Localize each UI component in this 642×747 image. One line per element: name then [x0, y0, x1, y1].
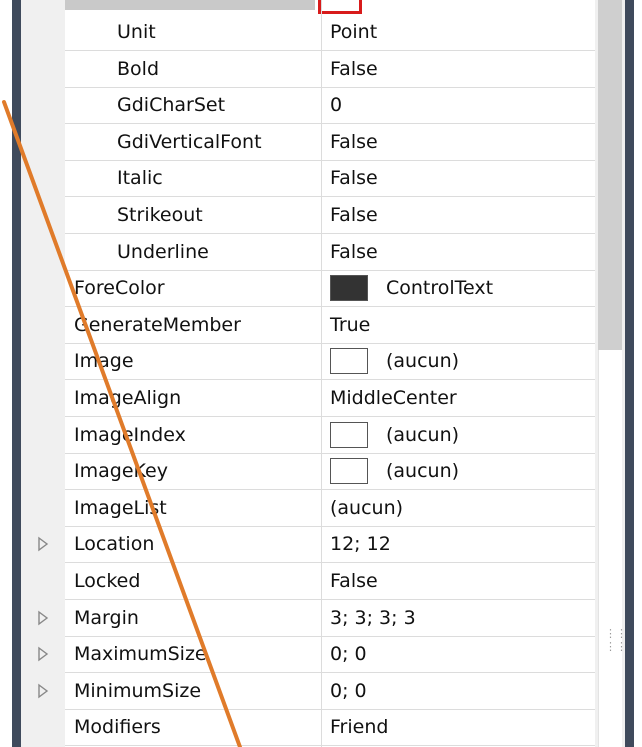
property-value-text: False [330, 240, 378, 263]
property-value[interactable]: (aucun) [330, 453, 459, 489]
window-frame-left [12, 0, 21, 747]
property-value-text: (aucun) [330, 496, 404, 519]
property-name: Italic [117, 167, 163, 190]
property-name: Unit [117, 21, 156, 43]
expand-triangle-icon[interactable] [37, 536, 49, 552]
property-name: Image [74, 350, 134, 373]
property-row[interactable]: Modifiers Friend [65, 709, 595, 747]
property-value-text: 0 [330, 94, 343, 117]
property-value-text: (aucun) [386, 350, 460, 373]
property-value[interactable]: ControlText [330, 270, 493, 306]
property-name: GdiVerticalFont [117, 130, 262, 153]
property-value-text: 3; 3; 3; 3 [330, 606, 416, 629]
property-row[interactable]: Location 12; 12 [65, 526, 595, 564]
property-name: Bold [117, 57, 159, 80]
property-value-text: Point [330, 21, 378, 43]
property-row[interactable]: Italic False [65, 160, 595, 198]
expand-triangle-icon[interactable] [37, 610, 49, 626]
property-name: Locked [74, 570, 141, 592]
property-value[interactable]: 0; 0 [330, 673, 367, 709]
property-name: GenerateMember [74, 313, 241, 336]
scrollbar-lower-area[interactable] [598, 350, 622, 747]
property-name: Location [74, 533, 155, 556]
property-value-text: False [330, 570, 378, 592]
property-value[interactable]: False [330, 124, 378, 160]
property-name: Strikeout [117, 204, 203, 226]
property-row[interactable]: Image (aucun) [65, 343, 595, 381]
property-value-text: 0; 0 [330, 679, 367, 702]
property-value-text: False [330, 57, 378, 80]
property-value-text: 0; 0 [330, 643, 367, 666]
color-swatch[interactable] [330, 458, 368, 485]
property-row[interactable]: ImageAlign MiddleCenter [65, 380, 595, 417]
property-value-text: False [330, 167, 378, 190]
property-value[interactable]: 0 [330, 87, 342, 123]
property-name: Underline [117, 240, 209, 263]
property-name: Modifiers [74, 716, 161, 739]
property-row[interactable]: Margin 3; 3; 3; 3 [65, 600, 595, 637]
property-grid: Unit Point Bold False GdiCharSet 0 GdiVertical… [65, 0, 595, 747]
property-row[interactable]: Strikeout False [65, 197, 595, 234]
property-value[interactable]: False [330, 234, 378, 270]
property-value-text: MiddleCenter [330, 387, 457, 409]
property-name: ForeColor [74, 277, 165, 300]
property-value[interactable]: 0; 0 [330, 636, 367, 672]
property-value-text: (aucun) [386, 423, 460, 446]
property-value[interactable]: True [330, 307, 370, 343]
property-value[interactable]: 12; 12 [330, 526, 391, 562]
property-value-text: False [330, 130, 378, 153]
left-margin [0, 0, 12, 747]
color-swatch[interactable] [330, 275, 368, 302]
property-row[interactable]: MaximumSize 0; 0 [65, 636, 595, 674]
property-value-text: 12; 12 [330, 533, 391, 556]
property-value[interactable]: (aucun) [330, 343, 459, 379]
property-grid-gutter [21, 0, 65, 747]
property-name: GdiCharSet [117, 94, 226, 117]
expand-triangle-icon[interactable] [37, 683, 49, 699]
property-name: ImageList [74, 496, 167, 519]
property-row[interactable]: Unit Point [65, 14, 595, 51]
right-margin [634, 0, 642, 747]
expand-triangle-icon[interactable] [37, 646, 49, 662]
property-row[interactable]: GenerateMember True [65, 307, 595, 344]
property-value-text: False [330, 204, 378, 226]
property-value-text: Friend [330, 716, 389, 739]
property-row[interactable]: MinimumSize 0; 0 [65, 673, 595, 710]
property-name: MinimumSize [74, 679, 202, 702]
property-row[interactable]: ForeColor ControlText [65, 270, 595, 308]
property-name: ImageAlign [74, 387, 182, 409]
scrollbar-thumb[interactable] [598, 0, 622, 350]
property-value[interactable]: Point [330, 14, 377, 50]
property-row[interactable]: ImageList (aucun) [65, 490, 595, 527]
property-value[interactable]: False [330, 51, 378, 87]
property-value[interactable]: (aucun) [330, 417, 459, 453]
color-swatch[interactable] [330, 348, 368, 375]
property-row[interactable]: GdiCharSet 0 [65, 87, 595, 125]
property-value[interactable]: MiddleCenter [330, 380, 457, 416]
property-value-text: ControlText [386, 277, 494, 300]
property-value-text: True [330, 313, 371, 336]
property-name: ImageKey [74, 460, 168, 483]
property-value[interactable]: (aucun) [330, 490, 403, 526]
property-row[interactable]: Bold False [65, 51, 595, 88]
grip-dots-icon[interactable]: ⋮⋮ ⋮⋮ [605, 627, 627, 653]
property-name: Margin [74, 606, 139, 629]
property-row[interactable]: ImageKey (aucun) [65, 453, 595, 491]
property-value[interactable]: False [330, 563, 378, 599]
property-row[interactable]: Underline False [65, 234, 595, 271]
color-swatch[interactable] [330, 421, 368, 448]
property-name: ImageIndex [74, 423, 186, 446]
property-value[interactable]: False [330, 160, 378, 196]
property-value[interactable]: False [330, 197, 378, 233]
property-row[interactable]: GdiVerticalFont False [65, 124, 595, 161]
property-value-text: (aucun) [386, 460, 460, 483]
property-value[interactable]: Friend [330, 709, 388, 745]
property-name: MaximumSize [74, 643, 207, 666]
window-frame-right [625, 0, 634, 747]
property-row[interactable]: Locked False [65, 563, 595, 600]
property-row[interactable]: ImageIndex (aucun) [65, 417, 595, 454]
property-value[interactable]: 3; 3; 3; 3 [330, 600, 416, 636]
